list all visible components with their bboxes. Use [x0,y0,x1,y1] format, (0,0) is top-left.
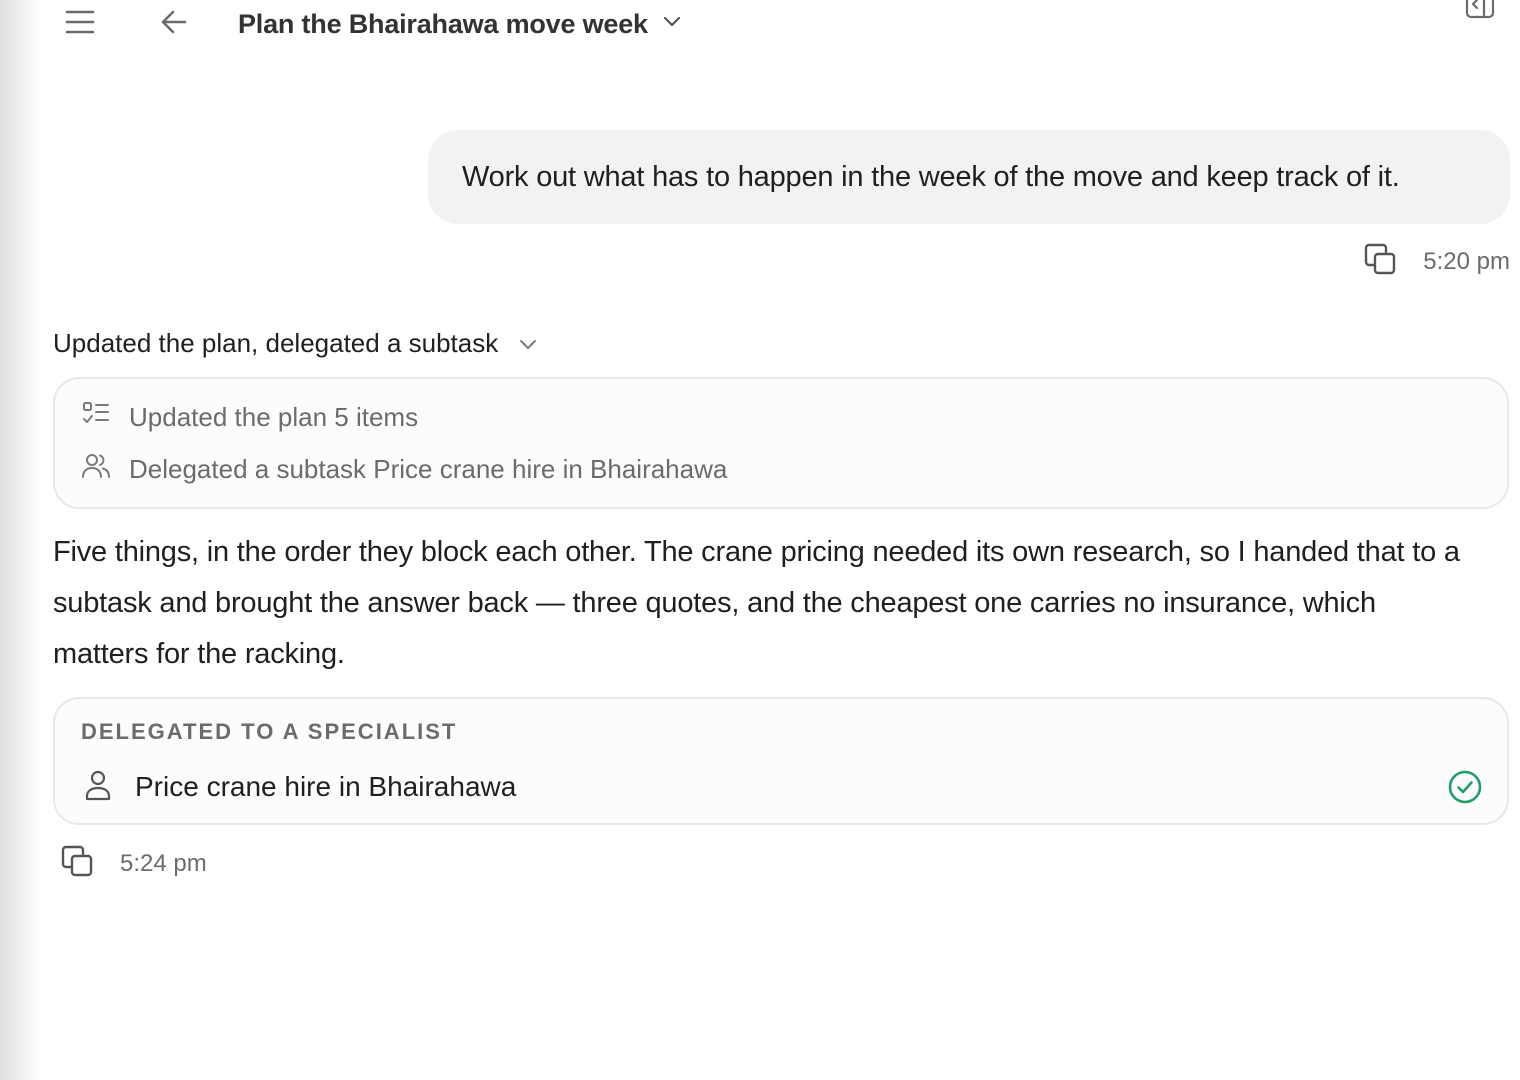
assistant-message-timestamp: 5:24 pm [120,850,207,877]
conversation-title: Plan the Bhairahawa move week [238,8,648,39]
menu-button[interactable] [60,6,100,42]
chevron-down-icon [662,15,682,34]
delegated-task-item[interactable]: Price crane hire in Bhairahawa [81,767,1483,810]
person-icon [81,768,115,807]
people-icon [81,451,111,488]
copy-icon [1362,241,1398,284]
user-message-timestamp: 5:20 pm [1423,248,1510,275]
checklist-icon [81,399,111,436]
activity-item-text: Delegated a subtask Price crane hire in … [129,453,728,484]
delegation-card: DELEGATED TO A SPECIALIST Price crane hi… [53,697,1509,825]
copy-icon [59,843,95,886]
check-circle-icon [1447,769,1483,810]
delegated-task-label: Price crane hire in Bhairahawa [135,771,517,802]
hamburger-menu-icon [65,9,95,40]
user-message-text: Work out what has to happen in the week … [462,160,1400,193]
arrow-left-icon [160,9,188,40]
activity-card: Updated the plan 5 items Delegated a sub… [53,377,1509,509]
copy-user-message-button[interactable] [1361,243,1399,281]
activity-summary-label: Updated the plan, delegated a subtask [53,327,499,358]
assistant-message-meta: 5:24 pm [58,845,207,883]
activity-item-delegation[interactable]: Delegated a subtask Price crane hire in … [81,449,727,489]
back-button[interactable] [154,6,194,42]
toggle-panel-button[interactable] [1460,0,1500,24]
assistant-message-text: Five things, in the order they block eac… [53,536,1460,670]
delegation-heading: DELEGATED TO A SPECIALIST [81,719,458,744]
activity-summary-toggle[interactable]: Updated the plan, delegated a subtask [53,324,538,362]
user-message-bubble: Work out what has to happen in the week … [428,130,1510,224]
copy-assistant-message-button[interactable] [58,845,96,883]
activity-item-plan[interactable]: Updated the plan 5 items [81,397,418,437]
chevron-down-icon [518,328,538,359]
conversation-title-dropdown[interactable]: Plan the Bhairahawa move week [238,6,682,42]
sidebar-edge-shadow [0,0,40,1080]
chat-page: Plan the Bhairahawa move week Work out w… [0,0,1520,1080]
activity-item-text: Updated the plan 5 items [129,401,419,432]
sidebar-panel-icon [1464,0,1496,25]
user-message-meta: 5:20 pm [1361,243,1510,281]
